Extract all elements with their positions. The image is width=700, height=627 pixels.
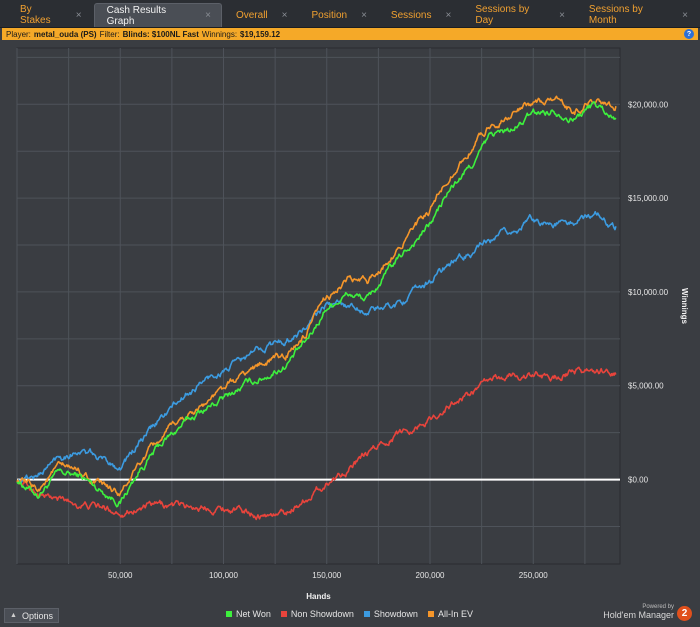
brand-name: Hold'em Manager (603, 610, 674, 620)
app-window: By Stakes × Cash Results Graph × Overall × … (0, 0, 700, 627)
tab-overall[interactable]: Overall × (224, 3, 298, 27)
tab-sessions-by-day[interactable]: Sessions by Day × (463, 3, 575, 27)
chart-legend: Net Won Non Showdown Showdown All-In EV (226, 609, 473, 619)
legend-item-non-showdown[interactable]: Non Showdown (280, 609, 354, 619)
options-label: Options (21, 610, 53, 621)
tab-label: Sessions by Day (475, 4, 530, 26)
winnings-value: $19,159.12 (240, 29, 281, 39)
y-tick-label: $15,000.00 (628, 194, 669, 203)
tab-label: Cash Results Graph (106, 4, 167, 27)
close-icon[interactable]: × (559, 10, 565, 21)
bottom-bar: ▲ Options Net Won Non Showdown Showdown … (0, 604, 700, 627)
y-tick-label: $10,000.00 (628, 288, 669, 297)
tab-label: Sessions (390, 9, 432, 21)
legend-label: Non Showdown (290, 609, 354, 619)
options-button[interactable]: ▲ Options (4, 608, 59, 623)
x-axis-label: Hands (306, 592, 331, 601)
winnings-label: Winnings: (201, 29, 238, 39)
legend-swatch (427, 611, 434, 617)
player-value: metal_ouda (PS) (33, 29, 97, 39)
close-icon[interactable]: × (361, 10, 367, 21)
chart-svg: 50,000 100,000 150,000 200,000 250,000 $0.00 $… (16, 47, 689, 601)
tab-sessions[interactable]: Sessions × (379, 3, 461, 27)
tab-label: Sessions by Month (588, 4, 643, 26)
x-tick-label: 200,000 (416, 571, 445, 580)
filter-label: Filter: (99, 29, 120, 39)
close-icon[interactable]: × (682, 10, 688, 21)
tab-position[interactable]: Position × (300, 3, 377, 27)
x-tick-label: 100,000 (209, 571, 238, 580)
y-axis-label: Winnings (680, 288, 689, 324)
tab-label: By Stakes (20, 4, 51, 26)
player-label: Player: (6, 29, 31, 39)
tab-sessions-by-month[interactable]: Sessions by Month × (577, 3, 698, 27)
y-tick-label: $0.00 (628, 476, 649, 485)
legend-label: Net Won (236, 609, 271, 619)
close-icon[interactable]: × (446, 10, 452, 21)
chevron-up-icon: ▲ (10, 612, 17, 619)
legend-label: All-In EV (437, 609, 473, 619)
legend-swatch (226, 611, 232, 617)
legend-item-net-won[interactable]: Net Won (226, 609, 271, 619)
x-tick-label: 50,000 (108, 571, 133, 580)
legend-item-all-in-ev[interactable]: All-In EV (427, 609, 473, 619)
tab-label: Position (311, 9, 348, 21)
tab-label: Overall (235, 9, 268, 21)
filter-bar: Player: metal_ouda (PS) Filter: Blinds: … (2, 28, 698, 40)
close-icon[interactable]: × (282, 10, 288, 21)
close-icon[interactable]: × (76, 10, 82, 21)
tab-cash-results-graph[interactable]: Cash Results Graph × (93, 3, 222, 27)
legend-swatch (280, 611, 287, 617)
legend-item-showdown[interactable]: Showdown (363, 609, 418, 619)
tab-by-stakes[interactable]: By Stakes × (8, 3, 92, 27)
report-tabbar: By Stakes × Cash Results Graph × Overall × … (0, 0, 700, 28)
y-tick-label: $20,000.00 (628, 100, 669, 109)
cash-results-chart: 50,000 100,000 150,000 200,000 250,000 $0.00 $… (0, 40, 700, 606)
legend-swatch (363, 611, 370, 617)
close-icon[interactable]: × (205, 10, 211, 21)
x-tick-label: 250,000 (519, 571, 548, 580)
help-icon[interactable]: ? (684, 29, 694, 39)
brand-block: Powered by Hold'em Manager (603, 604, 674, 620)
legend-label: Showdown (373, 609, 418, 619)
y-tick-label: $5,000.00 (628, 382, 664, 391)
filter-value: Blinds: $100NL Fast (122, 29, 199, 39)
hem-logo-icon: 2 (677, 606, 692, 621)
x-tick-label: 150,000 (312, 571, 341, 580)
